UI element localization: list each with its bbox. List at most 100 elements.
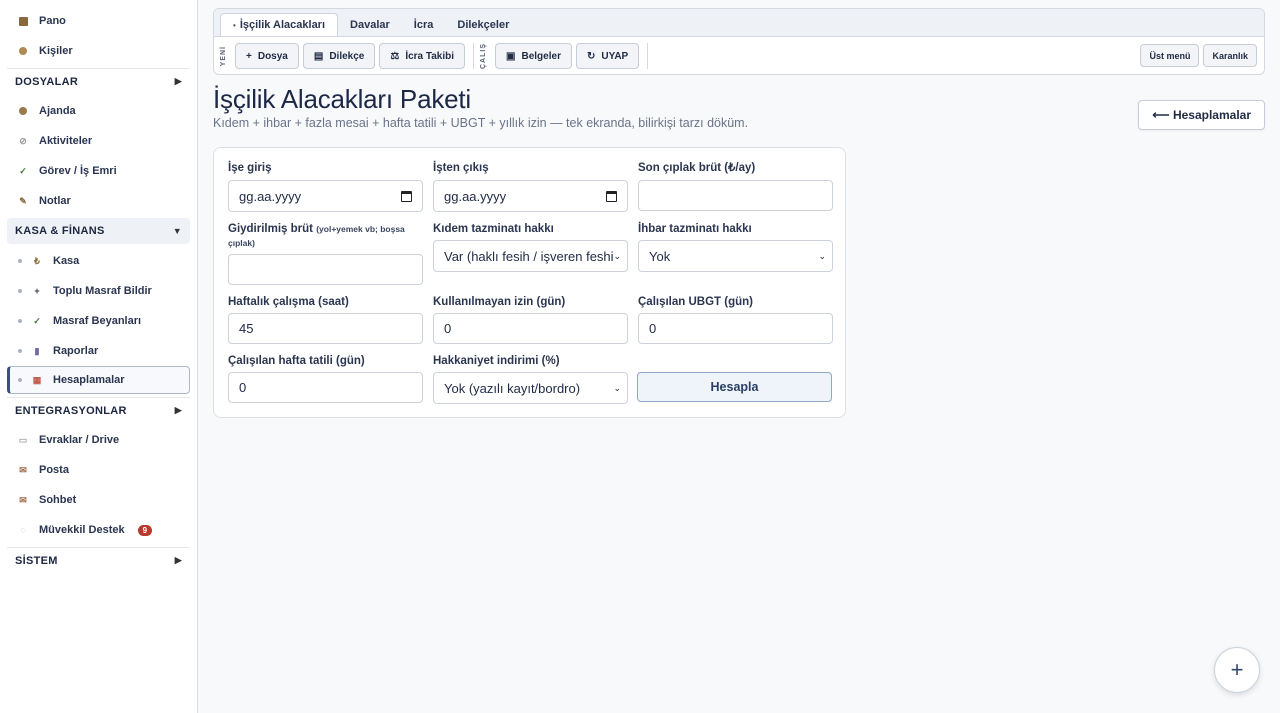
ubgt-input[interactable]: 0 — [638, 313, 833, 344]
input-value: 0 — [649, 321, 657, 336]
input-placeholder: gg.aa.yyyy — [444, 188, 507, 204]
hesapla-button[interactable]: Hesapla — [637, 372, 832, 402]
back-to-hesaplamalar-button[interactable]: ⟵ Hesaplamalar — [1138, 100, 1265, 130]
tab-davalar[interactable]: Davalar — [338, 13, 402, 36]
page-title: İşçilik Alacakları Paketi — [213, 84, 471, 114]
field-kullanilmayan-izin: Kullanılmayan izin (gün) 0 — [433, 295, 628, 344]
sidebar-item-ajanda[interactable]: Ajanda — [0, 96, 197, 126]
section-sistem[interactable]: SİSTEM ▶ — [7, 547, 190, 573]
sidebar-item-gorev[interactable]: ✓ Görev / İş Emri — [0, 156, 197, 186]
giydirilmis-brut-input[interactable] — [228, 254, 423, 285]
document-icon: ▤ — [313, 50, 324, 62]
chevron-down-icon: ▼ — [172, 226, 182, 236]
sidebar-item-kasa[interactable]: ₺ Kasa — [0, 246, 190, 276]
sidebar-item-label: Raporlar — [53, 345, 99, 357]
scale-icon: ⚖ — [390, 50, 400, 62]
people-icon — [18, 46, 28, 56]
section-kasa-finans[interactable]: KASA & FİNANS ▼ — [7, 218, 190, 244]
sidebar-item-pano[interactable]: Pano — [0, 6, 197, 36]
bullet — [18, 349, 22, 353]
sidebar-item-label: Ajanda — [39, 105, 76, 117]
group-label-calis: ÇALIŞ — [480, 43, 488, 69]
sidebar-item-masraf-beyanlari[interactable]: ✓ Masraf Beyanları — [0, 306, 190, 336]
sidebar-item-label: Görev / İş Emri — [39, 165, 117, 177]
chevron-right-icon: ▶ — [174, 76, 182, 86]
activity-icon: ⊘ — [19, 135, 27, 146]
divider — [647, 43, 649, 69]
sidebar-item-kisiler[interactable]: Kişiler — [0, 36, 197, 66]
tab-dilekceler[interactable]: Dilekçeler — [445, 13, 521, 36]
input-placeholder: gg.aa.yyyy — [239, 188, 302, 204]
chevron-down-icon: ⌄ — [613, 382, 621, 393]
field-label: Çalışılan UBGT (gün) — [638, 296, 753, 308]
chevron-down-icon: ⌄ — [818, 250, 826, 261]
button-label: İcra Takibi — [405, 50, 455, 62]
bullet — [18, 319, 22, 323]
new-dosya-button[interactable]: + Dosya — [235, 43, 299, 69]
chat-icon: ✉ — [19, 494, 27, 505]
button-label: Belgeler — [521, 50, 561, 62]
hafta-tatili-input[interactable]: 0 — [228, 372, 423, 403]
lira-icon: ₺ — [34, 255, 40, 266]
haftalik-calisma-input[interactable]: 45 — [228, 313, 423, 344]
calendar-icon[interactable] — [401, 190, 412, 202]
calendar-icon[interactable] — [606, 190, 617, 202]
chevron-down-icon: ⌄ — [613, 250, 621, 261]
ise-giris-date-input[interactable]: gg.aa.yyyy — [228, 180, 423, 212]
tab-iscilik-alacaklari[interactable]: • İşçilik Alacakları — [220, 13, 339, 36]
save-icon: ▣ — [506, 50, 516, 62]
new-dilekce-button[interactable]: ▤ Dilekçe — [302, 43, 376, 69]
chevron-right-icon: ▶ — [174, 555, 182, 565]
field-hafta-tatili: Çalışılan hafta tatili (gün) 0 — [228, 354, 423, 403]
sidebar-item-label: Müvekkil Destek — [39, 524, 125, 536]
chevron-right-icon: ▶ — [174, 405, 182, 415]
plus-icon: + — [34, 286, 40, 296]
sidebar-item-notlar[interactable]: ✎ Notlar — [0, 186, 197, 216]
add-fab-button[interactable]: + — [1214, 647, 1260, 693]
isten-cikis-date-input[interactable]: gg.aa.yyyy — [433, 180, 628, 212]
section-dosyalar[interactable]: DOSYALAR ▶ — [7, 68, 190, 94]
calendar-icon — [18, 106, 28, 116]
ihbar-hakki-select[interactable]: Yok ⌄ — [638, 240, 833, 272]
section-entegrasyonlar[interactable]: ENTEGRASYONLAR ▶ — [7, 397, 190, 423]
field-ubgt: Çalışılan UBGT (gün) 0 — [638, 295, 833, 344]
select-value: Yok — [649, 248, 671, 264]
sidebar-item-evraklar[interactable]: ▭ Evraklar / Drive — [0, 425, 197, 455]
sidebar-item-aktiviteler[interactable]: ⊘ Aktiviteler — [0, 126, 197, 156]
check-icon: ✓ — [33, 315, 41, 326]
sidebar-item-sohbet[interactable]: ✉ Sohbet — [0, 485, 197, 515]
sidebar-item-label: Masraf Beyanları — [53, 315, 142, 327]
kullanilmayan-izin-input[interactable]: 0 — [433, 313, 628, 344]
sidebar-item-posta[interactable]: ✉ Posta — [0, 455, 197, 485]
top-menu-toggle[interactable]: Üst menü — [1140, 44, 1200, 67]
sidebar-item-raporlar[interactable]: ▮ Raporlar — [0, 336, 190, 366]
check-icon: ✓ — [19, 165, 27, 176]
sidebar-item-hesaplamalar[interactable]: ▦ Hesaplamalar — [7, 366, 190, 394]
field-son-brut: Son çıplak brüt (₺/ay) — [638, 161, 833, 211]
field-label: Çalışılan hafta tatili (gün) — [228, 355, 365, 367]
field-label: İşe giriş — [228, 162, 272, 174]
button-label: Dosya — [257, 50, 288, 62]
dark-mode-toggle[interactable]: Karanlık — [1203, 44, 1257, 67]
sidebar-item-label: Posta — [39, 464, 69, 476]
sidebar-item-toplu-masraf[interactable]: + Toplu Masraf Bildir — [0, 276, 190, 306]
field-label: Kıdem tazminatı hakkı — [433, 223, 554, 235]
field-label: Giydirilmiş brüt (yol+yemek vb; boşsa çı… — [228, 222, 423, 250]
sidebar-item-label: Kasa — [53, 255, 80, 267]
sidebar-item-label: Pano — [39, 15, 66, 27]
tab-icra[interactable]: İcra — [402, 13, 446, 36]
dot-icon: • — [233, 20, 236, 30]
uyap-button[interactable]: ↻ UYAP — [575, 43, 640, 69]
field-kidem-hakki: Kıdem tazminatı hakkı Var (haklı fesih /… — [433, 222, 628, 272]
new-icra-takibi-button[interactable]: ⚖ İcra Takibi — [379, 43, 466, 69]
top-toolbar: • İşçilik Alacakları Davalar İcra Dilekç… — [213, 8, 1265, 75]
field-label: Son çıplak brüt (₺/ay) — [638, 162, 756, 174]
field-giydirilmis-brut: Giydirilmiş brüt (yol+yemek vb; boşsa çı… — [228, 222, 423, 285]
bullet — [18, 259, 22, 263]
son-brut-input[interactable] — [638, 180, 833, 211]
hakkaniyet-select[interactable]: Yok (yazılı kayıt/bordro) ⌄ — [433, 372, 628, 404]
calculation-form: İşe giriş gg.aa.yyyy İşten çıkış gg.aa.y… — [213, 147, 846, 418]
kidem-hakki-select[interactable]: Var (haklı fesih / işveren feshi vb.) ⌄ — [433, 240, 628, 272]
sidebar-item-muvekkil-destek[interactable]: ◌ Müvekkil Destek 9 — [0, 515, 197, 545]
belgeler-button[interactable]: ▣ Belgeler — [495, 43, 572, 69]
